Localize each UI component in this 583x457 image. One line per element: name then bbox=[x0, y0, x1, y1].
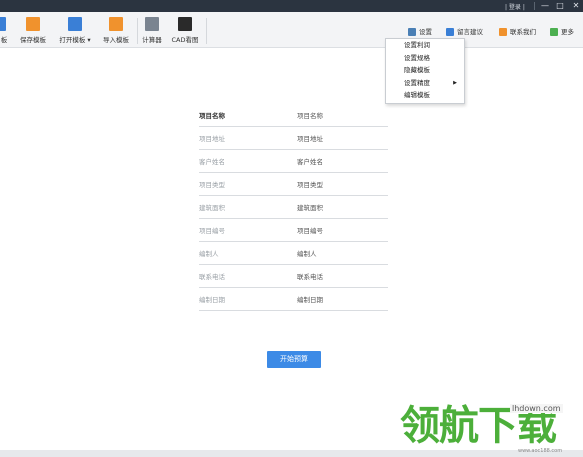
settings-dropdown-menu: 设置利润 设置规格 隐藏模板 设置精度 ▶ 编辑模板 bbox=[385, 38, 465, 104]
form-row-prepared-date[interactable]: 编制日期 编制日期 bbox=[199, 288, 388, 311]
titlebar-divider bbox=[534, 2, 535, 10]
close-button[interactable]: ✕ bbox=[569, 0, 583, 12]
open-template-label: 打开模板 ▾ bbox=[59, 36, 91, 44]
field-label: 编制人 bbox=[199, 250, 219, 258]
project-number-input[interactable]: 项目编号 bbox=[297, 225, 323, 235]
calculator-button[interactable]: 计算器 bbox=[141, 14, 163, 46]
field-label: 项目地址 bbox=[199, 135, 225, 143]
menu-item-edit-template[interactable]: 编辑模板 bbox=[386, 89, 464, 102]
submenu-arrow-icon: ▶ bbox=[453, 79, 457, 86]
form-row-project-address[interactable]: 项目地址 项目地址 bbox=[199, 127, 388, 150]
field-label: 联系电话 bbox=[199, 273, 225, 281]
form-row-client-name[interactable]: 客户姓名 客户姓名 bbox=[199, 150, 388, 173]
cad-viewer-label: CAD看图 bbox=[171, 36, 199, 44]
open-template-button[interactable]: 打开模板 ▾ bbox=[56, 14, 94, 46]
client-name-input[interactable]: 客户姓名 bbox=[297, 156, 323, 166]
more-button[interactable]: 更多 bbox=[550, 26, 574, 36]
gear-icon bbox=[408, 28, 416, 36]
contact-icon bbox=[499, 28, 507, 36]
contact-button[interactable]: 联系我们 bbox=[499, 26, 536, 36]
field-label: 建筑面积 bbox=[199, 204, 225, 212]
field-label: 客户姓名 bbox=[199, 158, 225, 166]
template-label: 板 bbox=[0, 36, 8, 44]
save-template-icon bbox=[26, 17, 40, 31]
import-template-icon bbox=[109, 17, 123, 31]
save-template-button[interactable]: 保存模板 bbox=[17, 14, 49, 46]
form-row-preparer[interactable]: 编制人 编制人 bbox=[199, 242, 388, 265]
watermark-url: lhdown.com bbox=[510, 404, 563, 413]
menu-item-set-precision[interactable]: 设置精度 ▶ bbox=[386, 77, 464, 90]
import-template-button[interactable]: 导入模板 bbox=[100, 14, 132, 46]
status-bar bbox=[0, 450, 583, 457]
more-label: 更多 bbox=[561, 28, 574, 36]
minimize-button[interactable]: — bbox=[538, 0, 552, 12]
preparer-input[interactable]: 编制人 bbox=[297, 248, 317, 258]
title-bar: | 登录 | — □ ✕ bbox=[0, 0, 583, 12]
message-icon bbox=[446, 28, 454, 36]
cad-viewer-icon bbox=[178, 17, 192, 31]
menu-item-set-spec[interactable]: 设置规格 bbox=[386, 52, 464, 65]
settings-label: 设置 bbox=[419, 28, 432, 36]
menu-item-label: 设置利润 bbox=[404, 41, 430, 49]
toolbar-divider bbox=[206, 18, 207, 44]
form-row-building-area[interactable]: 建筑面积 建筑面积 bbox=[199, 196, 388, 219]
field-label: 项目编号 bbox=[199, 227, 225, 235]
more-icon bbox=[550, 28, 558, 36]
template-icon bbox=[0, 17, 6, 31]
login-link[interactable]: | 登录 | bbox=[505, 2, 525, 11]
start-budget-button[interactable]: 开始预算 bbox=[267, 351, 321, 368]
project-name-input[interactable]: 项目名称 bbox=[297, 110, 323, 120]
menu-item-label: 设置精度 bbox=[404, 78, 430, 87]
toolbar-divider bbox=[137, 18, 138, 44]
field-label: 项目类型 bbox=[199, 181, 225, 189]
menu-item-set-profit[interactable]: 设置利润 bbox=[386, 39, 464, 52]
phone-input[interactable]: 联系电话 bbox=[297, 271, 323, 281]
project-address-input[interactable]: 项目地址 bbox=[297, 133, 323, 143]
field-label: 编制日期 bbox=[199, 296, 225, 304]
form-row-phone[interactable]: 联系电话 联系电话 bbox=[199, 265, 388, 288]
menu-item-label: 隐藏模板 bbox=[404, 66, 430, 74]
open-template-icon bbox=[68, 17, 82, 31]
cad-viewer-button[interactable]: CAD看图 bbox=[169, 14, 201, 46]
calculator-icon bbox=[145, 17, 159, 31]
maximize-button[interactable]: □ bbox=[553, 0, 567, 12]
calculator-label: 计算器 bbox=[142, 36, 162, 44]
menu-item-label: 设置规格 bbox=[404, 53, 430, 62]
save-template-label: 保存模板 bbox=[20, 36, 46, 44]
import-template-label: 导入模板 bbox=[103, 36, 129, 44]
contact-label: 联系我们 bbox=[510, 28, 536, 36]
field-label: 项目名称 bbox=[199, 112, 225, 120]
form-row-project-type[interactable]: 项目类型 项目类型 bbox=[199, 173, 388, 196]
settings-button[interactable]: 设置 bbox=[408, 26, 432, 36]
watermark-subtext: www.aoc188.com bbox=[518, 448, 563, 454]
form-row-project-name[interactable]: 项目名称 项目名称 bbox=[199, 104, 388, 127]
feedback-label: 留言建议 bbox=[457, 28, 483, 36]
main-toolbar: 板 保存模板 打开模板 ▾ 导入模板 计算器 CAD看图 设置 留言建议 联系我… bbox=[0, 12, 583, 48]
project-type-input[interactable]: 项目类型 bbox=[297, 179, 323, 189]
feedback-button[interactable]: 留言建议 bbox=[446, 26, 483, 36]
menu-item-hide-template[interactable]: 隐藏模板 bbox=[386, 64, 464, 77]
form-row-project-number[interactable]: 项目编号 项目编号 bbox=[199, 219, 388, 242]
prepared-date-input[interactable]: 编制日期 bbox=[297, 294, 323, 304]
building-area-input[interactable]: 建筑面积 bbox=[297, 202, 323, 212]
template-button[interactable]: 板 bbox=[0, 14, 12, 46]
menu-item-label: 编辑模板 bbox=[404, 91, 430, 99]
